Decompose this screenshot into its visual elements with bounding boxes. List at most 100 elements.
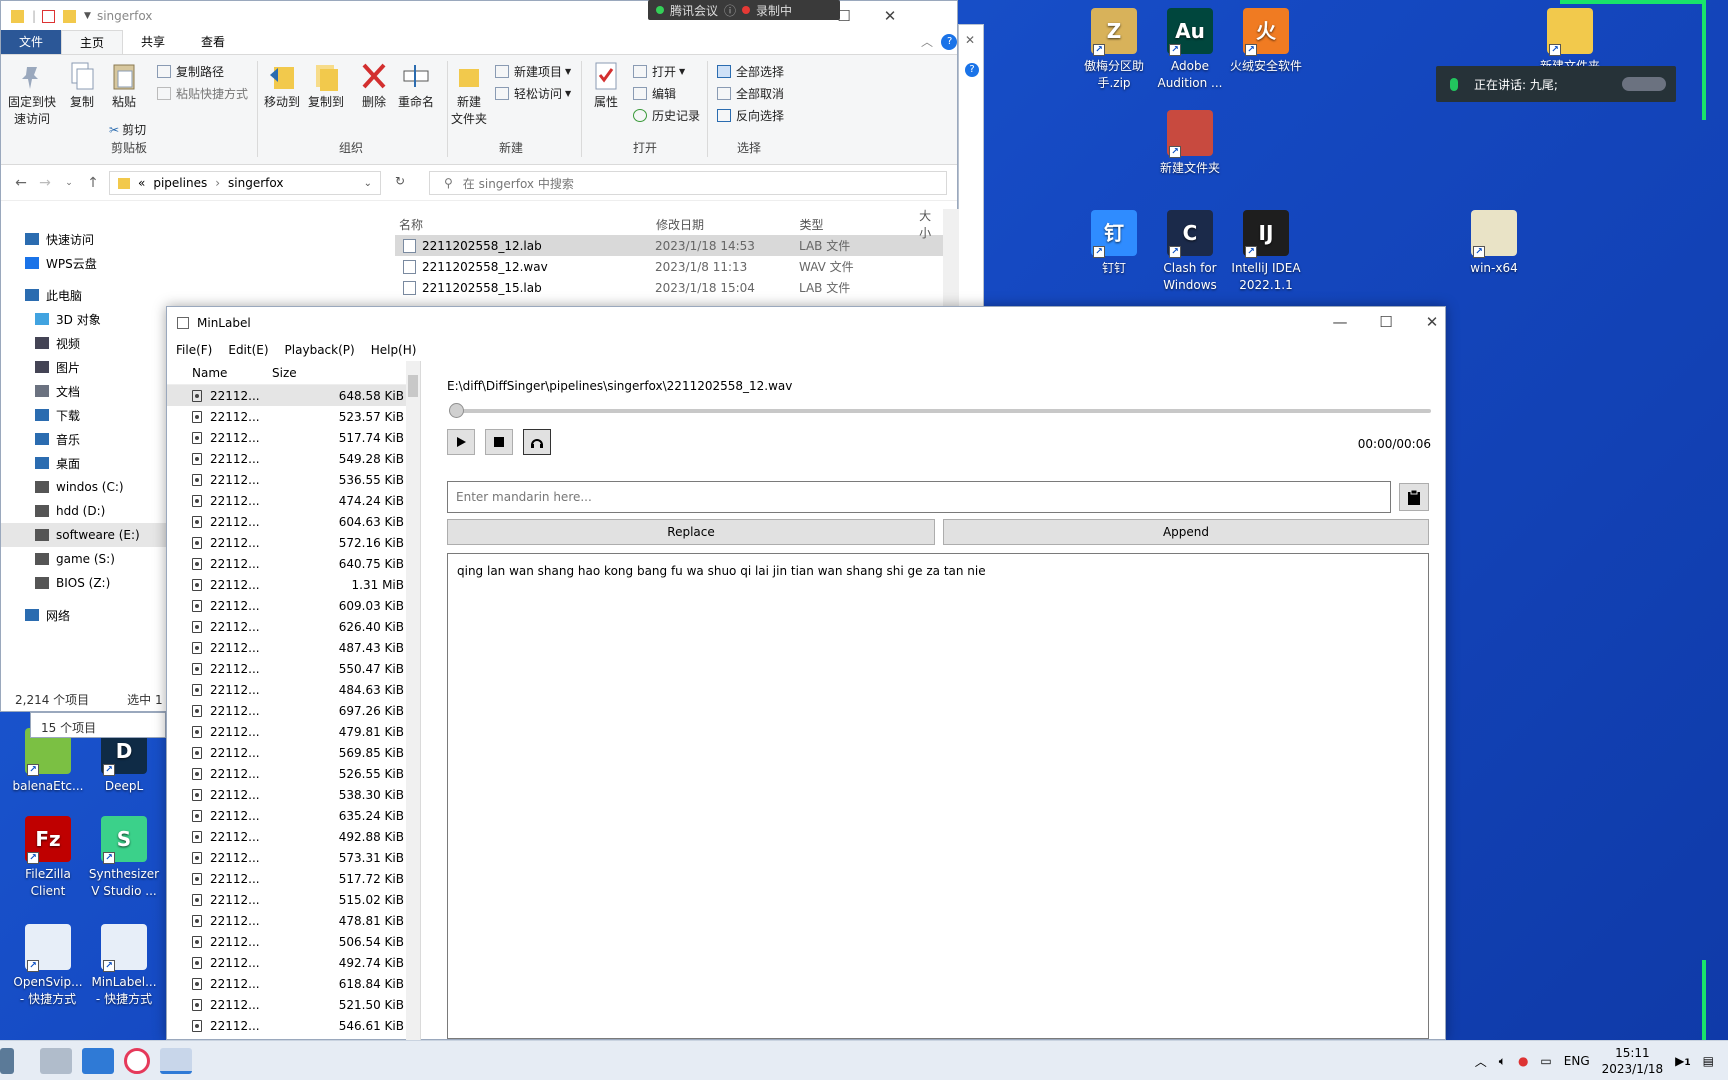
properties-quick-icon[interactable] [42, 9, 56, 23]
forward-arrow-icon[interactable]: → [33, 175, 57, 191]
minimize-icon[interactable]: — [1317, 307, 1363, 337]
tree-row[interactable]: 22112... 569.85 KiB [167, 742, 420, 763]
tree-row[interactable]: 22112... 484.63 KiB [167, 679, 420, 700]
tree-row[interactable]: 22112... 492.74 KiB [167, 952, 420, 973]
paste-button[interactable]: 粘贴 [107, 61, 141, 110]
column-name[interactable]: 名称 [395, 216, 656, 233]
nav-item[interactable]: 桌面 [1, 451, 171, 475]
taskbar-minlabel-icon[interactable] [160, 1047, 192, 1074]
new-folder-quick-icon[interactable] [63, 9, 77, 23]
nav-item[interactable]: WPS云盘 [1, 251, 171, 275]
tree-row[interactable]: 22112... 626.40 KiB [167, 616, 420, 637]
tray-app-icon[interactable]: ● [1518, 1054, 1528, 1068]
help-icon[interactable]: ? [941, 34, 957, 50]
open-button[interactable]: 打开 ▼ [633, 63, 685, 80]
notification-badge[interactable]: ▶1 [1675, 1054, 1691, 1068]
tree-row[interactable]: 22112... 648.58 KiB [167, 385, 420, 406]
desktop-icon[interactable]: ↗新建文件夹 [1524, 8, 1616, 75]
tree-row[interactable]: 22112... 526.55 KiB [167, 763, 420, 784]
nav-item[interactable]: 音乐 [1, 427, 171, 451]
nav-item[interactable]: 快速访问 [1, 227, 171, 251]
rename-button[interactable]: 重命名 [395, 61, 437, 110]
paste-shortcut-button[interactable]: 粘贴快捷方式 [157, 85, 248, 102]
append-button[interactable]: Append [943, 519, 1429, 545]
tab-share[interactable]: 共享 [123, 30, 183, 54]
column-size[interactable]: Size [272, 366, 297, 380]
maximize-icon[interactable]: ☐ [1363, 307, 1409, 337]
nav-item[interactable]: 此电脑 [1, 283, 171, 307]
tree-row[interactable]: 22112... 573.31 KiB [167, 847, 420, 868]
battery-icon[interactable]: ▭ [1540, 1054, 1551, 1068]
search-box[interactable]: ⚲ 在 singerfox 中搜索 [429, 171, 947, 195]
tree-row[interactable]: 22112... 697.26 KiB [167, 700, 420, 721]
tree-row[interactable]: 22112... 609.03 KiB [167, 595, 420, 616]
mandarin-input[interactable] [447, 481, 1391, 513]
info-icon[interactable]: ⓘ [724, 2, 736, 19]
nav-item[interactable]: 文档 [1, 379, 171, 403]
nav-item[interactable]: 下载 [1, 403, 171, 427]
nav-item[interactable]: 图片 [1, 355, 171, 379]
file-row[interactable]: 2211202558_12.lab 2023/1/18 14:53 LAB 文件 [395, 235, 943, 256]
edit-button[interactable]: 编辑 [633, 85, 676, 102]
action-center-icon[interactable]: ▤ [1703, 1054, 1714, 1068]
desktop-icon[interactable]: ↗ win-x64 [1448, 210, 1540, 277]
tray-expand-icon[interactable]: ︿ [1475, 1053, 1487, 1070]
file-row[interactable]: 2211202558_15.lab 2023/1/18 15:04 LAB 文件 [395, 277, 943, 298]
tree-row[interactable]: 22112... 604.63 KiB [167, 511, 420, 532]
tree-row[interactable]: 22112... 550.47 KiB [167, 658, 420, 679]
menu-help[interactable]: Help(H) [371, 343, 417, 357]
tree-row[interactable]: 22112... 536.55 KiB [167, 469, 420, 490]
nav-item[interactable]: 3D 对象 [1, 307, 171, 331]
new-folder-button[interactable]: 新建 文件夹 [451, 61, 487, 127]
nav-item[interactable]: BIOS (Z:) [1, 571, 171, 595]
history-button[interactable]: 历史记录 [633, 107, 700, 124]
invert-selection-button[interactable]: 反向选择 [717, 107, 784, 124]
new-item-button[interactable]: 新建项目 ▼ [495, 63, 571, 80]
quick-access-dropdown-icon[interactable]: ▼ [84, 11, 91, 21]
tab-view[interactable]: 查看 [183, 30, 243, 54]
move-to-button[interactable]: 移动到 [261, 61, 303, 110]
cut-button[interactable]: ✂ 剪切 [109, 121, 146, 138]
desktop-icon[interactable]: 火 ↗ 火绒安全软件 [1220, 8, 1312, 75]
tree-row[interactable]: 22112... 474.24 KiB [167, 490, 420, 511]
menu-playback[interactable]: Playback(P) [285, 343, 355, 357]
paste-clipboard-button[interactable] [1399, 483, 1429, 511]
address-path[interactable]: « pipelines › singerfox ⌄ [109, 171, 381, 195]
tree-row[interactable]: 22112... 640.75 KiB [167, 553, 420, 574]
copy-to-button[interactable]: 复制到 [305, 61, 347, 110]
desktop-icon[interactable]: D ↗ DeepL [78, 728, 170, 795]
tree-row[interactable]: 22112... 506.54 KiB [167, 931, 420, 952]
taskbar-app-icon[interactable] [124, 1047, 150, 1074]
nav-item[interactable]: softweare (E:) [1, 523, 171, 547]
easy-access-button[interactable]: 轻松访问 ▼ [495, 85, 571, 102]
tree-row[interactable]: 22112... 523.57 KiB [167, 406, 420, 427]
replace-button[interactable]: Replace [447, 519, 935, 545]
taskbar-app-icon[interactable] [82, 1047, 114, 1074]
nav-item[interactable]: game (S:) [1, 547, 171, 571]
tree-row[interactable]: 22112... 479.81 KiB [167, 721, 420, 742]
close-icon[interactable]: ✕ [867, 1, 913, 31]
playback-slider[interactable] [449, 403, 1431, 418]
pinyin-output[interactable]: qing lan wan shang hao kong bang fu wa s… [447, 553, 1429, 1039]
chevron-down-icon[interactable]: ⌄ [364, 178, 372, 189]
desktop-icon[interactable]: S ↗ Synthesizer V Studio ... [78, 816, 170, 900]
headphones-button[interactable] [523, 429, 551, 455]
delete-button[interactable]: 删除 [357, 61, 391, 110]
tab-file[interactable]: 文件 [1, 30, 62, 54]
path-overflow[interactable]: « [138, 176, 145, 190]
tree-row[interactable]: 22112... 538.30 KiB [167, 784, 420, 805]
tree-row[interactable]: 22112... 517.72 KiB [167, 868, 420, 889]
taskbar-app-partial[interactable] [0, 1047, 14, 1074]
recent-dropdown-icon[interactable]: ⌄ [57, 178, 81, 188]
column-name[interactable]: Name [192, 366, 272, 380]
copy-path-button[interactable]: 复制路径 [157, 63, 224, 80]
select-none-button[interactable]: 全部取消 [717, 85, 784, 102]
file-row[interactable]: 2211202558_12.wav 2023/1/8 11:13 WAV 文件 [395, 256, 943, 277]
tree-row[interactable]: 22112... 635.24 KiB [167, 805, 420, 826]
stop-button[interactable] [485, 429, 513, 455]
file-list-scrollbar[interactable] [943, 209, 959, 313]
collapse-ribbon-icon[interactable]: ︿ [913, 30, 941, 54]
close-icon[interactable]: ✕ [965, 33, 975, 47]
desktop-icon[interactable]: ↗新建文件夹 [1144, 110, 1236, 177]
tree-row[interactable]: 22112... 487.43 KiB [167, 637, 420, 658]
